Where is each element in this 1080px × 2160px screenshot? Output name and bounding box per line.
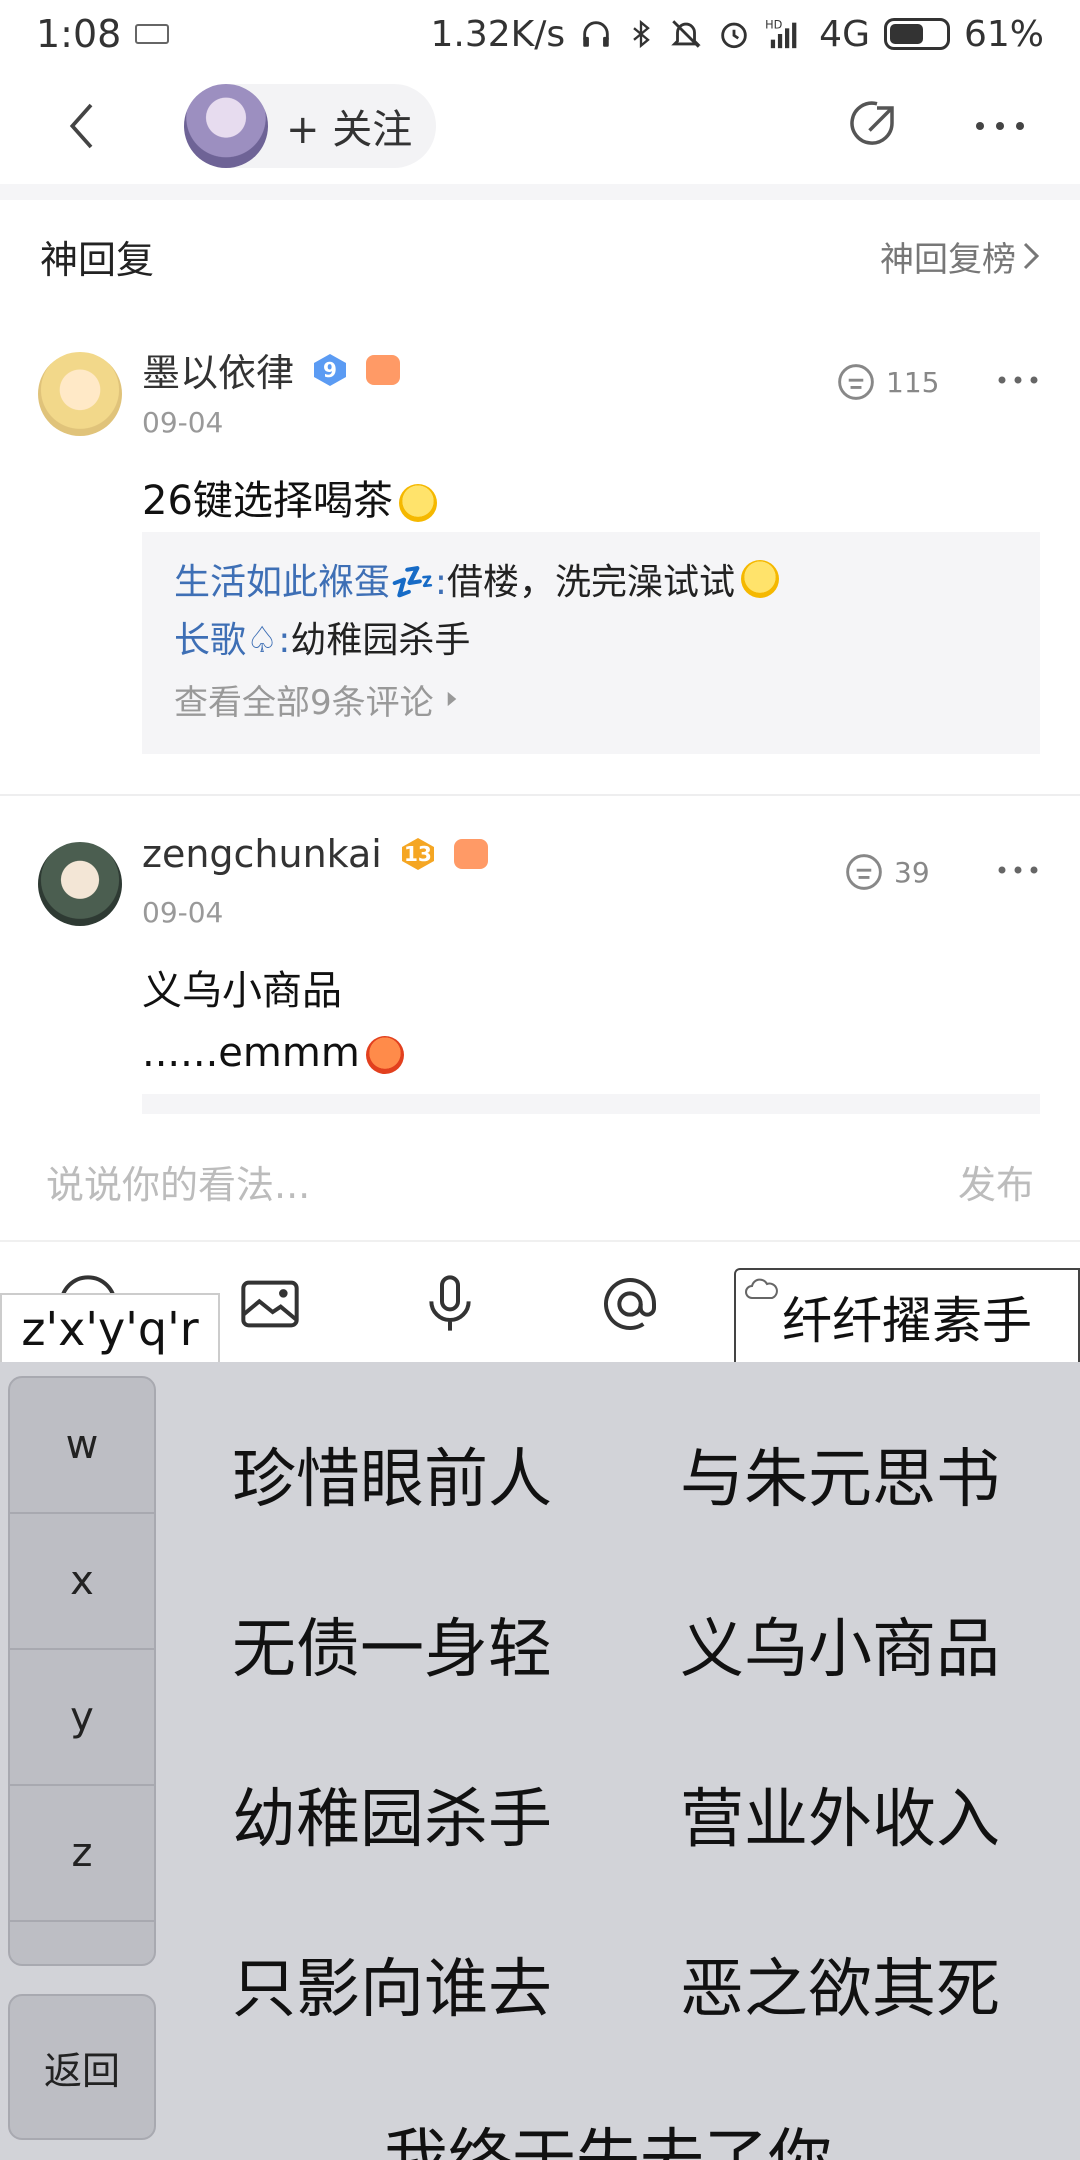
follow-button[interactable]: + 关注 <box>286 97 412 155</box>
at-mention-icon[interactable] <box>598 1272 662 1336</box>
svg-text:HD: HD <box>765 17 783 31</box>
more-options-icon[interactable] <box>972 114 1028 138</box>
username[interactable]: 墨以依律 <box>142 342 294 397</box>
user-avatar[interactable] <box>38 842 122 926</box>
username-row: 墨以依律 9 <box>142 342 401 397</box>
comment-text-line: ......emmm <box>142 1030 404 1076</box>
ime-letter-key[interactable]: y <box>10 1650 154 1786</box>
ime-candidate[interactable]: 无债一身轻 <box>232 1598 552 1690</box>
reply-box-partial <box>142 1094 1040 1114</box>
username-row: zengchunkai 13 <box>142 832 488 876</box>
status-bar: 1:08 1.32K/s HD 4G 61% <box>0 0 1080 68</box>
share-icon[interactable] <box>842 98 902 158</box>
author-pill[interactable]: + 关注 <box>184 84 436 168</box>
level-badge: 9 <box>310 352 350 388</box>
back-arrow-icon[interactable] <box>56 98 112 154</box>
top-nav: + 关注 <box>0 68 1080 184</box>
ime-letter-key[interactable]: w <box>10 1378 154 1514</box>
image-icon[interactable] <box>238 1272 302 1336</box>
ime-candidate[interactable]: 义乌小商品 <box>680 1598 1000 1690</box>
keyboard-indicator-icon <box>135 24 170 44</box>
like-count: 39 <box>894 855 930 889</box>
comment-input-bar[interactable]: 说说你的看法... 发布 <box>0 1130 1080 1232</box>
like-icon <box>846 854 882 890</box>
network-speed: 1.32K/s <box>430 13 566 55</box>
author-avatar[interactable] <box>184 84 268 168</box>
game-badge-icon <box>366 354 401 385</box>
alarm-icon <box>721 22 747 49</box>
like-count: 115 <box>886 365 940 399</box>
ime-candidate[interactable]: 珍惜眼前人 <box>232 1428 552 1520</box>
battery-icon <box>883 18 950 50</box>
header-divider <box>0 184 1080 200</box>
comment-input[interactable]: 说说你的看法... <box>46 1154 310 1209</box>
status-right: 1.32K/s HD 4G 61% <box>431 14 1044 55</box>
ime-candidate[interactable]: 营业外收入 <box>680 1768 1000 1860</box>
ime-candidate[interactable]: 恶之欲其死 <box>680 1938 1000 2030</box>
smile-emoji-icon <box>398 484 437 522</box>
smile-emoji-icon <box>740 560 779 598</box>
chevron-right-icon <box>1023 242 1040 270</box>
hot-reply-rank-label: 神回复榜 <box>880 239 1016 280</box>
level-badge: 13 <box>398 836 438 872</box>
comment-more-icon[interactable] <box>996 374 1040 386</box>
comment-date: 09-04 <box>142 406 224 439</box>
reply-text: 幼稚园杀手 <box>290 620 471 661</box>
game-badge-icon <box>453 839 488 869</box>
battery-fill <box>889 24 923 44</box>
headphones-icon <box>583 21 609 47</box>
ime-candidate[interactable]: 我终于失去了你 <box>384 2108 832 2160</box>
microphone-icon[interactable] <box>418 1272 482 1336</box>
comment-divider <box>0 794 1080 796</box>
ime-candidate[interactable]: 幼稚园杀手 <box>232 1768 552 1860</box>
reply-author[interactable]: 长歌♤: <box>174 611 290 663</box>
like-button[interactable]: 39 <box>842 852 930 892</box>
caret-right-icon <box>447 691 456 707</box>
ime-candidate[interactable]: 只影向谁去 <box>232 1938 552 2030</box>
angry-emoji-icon <box>365 1036 404 1074</box>
comment-date: 09-04 <box>142 896 224 929</box>
view-all-replies-link[interactable]: 查看全部9条评论 <box>174 666 1008 732</box>
username[interactable]: zengchunkai <box>142 832 382 876</box>
comment-more-icon[interactable] <box>996 864 1040 876</box>
ime-letter-key[interactable]: x <box>10 1514 154 1650</box>
mute-icon <box>671 20 701 48</box>
ime-keyboard: w x y z 返回 珍惜眼前人 与朱元思书 无债一身轻 义乌小商品 幼稚园杀手… <box>0 1362 1080 2160</box>
comment-text: 26键选择喝茶 <box>142 468 437 526</box>
section-title: 神回复 <box>40 237 155 282</box>
ime-pinyin-composition: z'x'y'q'r <box>0 1293 220 1363</box>
signal-hd-icon: HD <box>765 17 797 49</box>
reply-item[interactable]: 生活如此褓蛋💤: 借楼，洗完澡试试 <box>174 550 1008 608</box>
section-header: 神回复 神回复榜 <box>0 214 1080 298</box>
reply-author[interactable]: 生活如此褓蛋💤: <box>174 553 447 605</box>
ime-letter-filter-column: w x y z <box>8 1376 156 1966</box>
ime-candidate[interactable]: 与朱元思书 <box>680 1428 1000 1520</box>
reply-item[interactable]: 长歌♤: 幼稚园杀手 <box>174 608 1008 666</box>
comment-text-line: 义乌小商品 <box>142 968 342 1014</box>
like-icon <box>838 364 874 400</box>
network-type: 4G <box>819 13 870 55</box>
reply-box[interactable]: 生活如此褓蛋💤: 借楼，洗完澡试试 长歌♤: 幼稚园杀手 查看全部9条评论 <box>142 532 1040 754</box>
like-button[interactable]: 115 <box>834 362 939 402</box>
bluetooth-icon <box>633 19 650 49</box>
reply-text: 借楼，洗完澡试试 <box>446 562 735 603</box>
publish-button[interactable]: 发布 <box>958 1154 1034 1209</box>
user-avatar[interactable] <box>38 352 122 436</box>
cloud-icon <box>745 1278 778 1299</box>
ime-cloud-suggestion[interactable]: 纤纤擢素手 <box>734 1268 1080 1364</box>
status-time: 1:08 <box>36 12 122 56</box>
ime-back-key[interactable]: 返回 <box>8 1994 156 2140</box>
hot-reply-rank-link[interactable]: 神回复榜 <box>880 232 1040 281</box>
battery-percent: 61% <box>963 13 1044 55</box>
ime-letter-key[interactable]: z <box>10 1786 154 1922</box>
